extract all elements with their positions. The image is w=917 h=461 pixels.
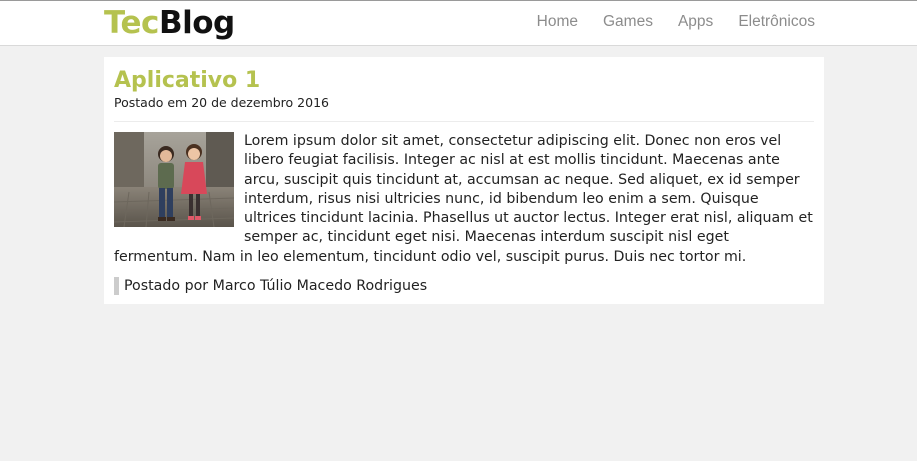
site-logo[interactable]: TecBlog [104, 3, 235, 43]
post-body: Lorem ipsum dolor sit amet, consectetur … [114, 132, 814, 267]
nav-link-eletronicos[interactable]: Eletrônicos [738, 13, 815, 31]
logo-part-tec: Tec [104, 5, 159, 41]
logo-part-blog: Blog [158, 5, 235, 41]
post-author: Postado por Marco Túlio Macedo Rodrigues [114, 277, 814, 296]
nav-link-home[interactable]: Home [537, 13, 578, 31]
top-navbar: TecBlog Home Games Apps Eletrônicos [0, 0, 917, 46]
post-card: Aplicativo 1 Postado em 20 de dezembro 2… [104, 57, 824, 304]
post-thumbnail-image [114, 132, 234, 227]
nav-link-games[interactable]: Games [603, 13, 653, 31]
main-nav: Home Games Apps Eletrônicos [537, 13, 815, 31]
post-date: Postado em 20 de dezembro 2016 [114, 95, 329, 110]
post-title[interactable]: Aplicativo 1 [114, 67, 814, 94]
nav-link-apps[interactable]: Apps [678, 13, 713, 31]
post-divider [114, 121, 814, 122]
